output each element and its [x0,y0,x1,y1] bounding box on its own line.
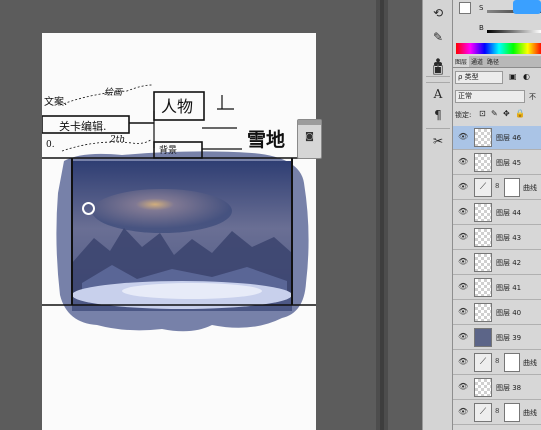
layer-name: 图层 42 [496,259,522,267]
layer-row[interactable]: 👁 图层 41 [453,276,541,300]
layer-name: 曲线 [523,184,537,192]
navigator-icon[interactable]: ◙ [303,132,316,143]
canvas-workspace[interactable]: 文案. 绘画 人物 关卡编辑. 0. 2th 背景 雪地 ◙ [0,0,376,430]
blend-mode-select[interactable]: 正常 [455,90,525,103]
layer-mask-thumbnail[interactable] [504,178,520,197]
layer-row[interactable]: 👁 图层 39 [453,326,541,350]
layer-row[interactable]: 👁 图层 42 [453,251,541,275]
floating-mini-panel[interactable]: ◙ [297,119,322,159]
layer-row[interactable]: 👁 图层 43 [453,226,541,250]
panel-icon-strip: ⟲ ✎ ♣ ▣ A ¶ ✂ [422,0,453,430]
layer-name: 曲线 [523,359,537,367]
layers-tabs: 图层 通道 路径 [453,56,541,68]
annotation-wenan: 文案. [44,97,68,108]
layer-mask-thumbnail[interactable] [504,403,520,422]
visibility-eye-icon[interactable]: 👁 [458,157,468,166]
logo-badge [513,0,541,14]
annotation-beijing: 背景 [159,146,178,156]
panel-grip[interactable] [298,120,321,125]
curves-adjustment-icon: ⟋ [474,403,492,422]
visibility-eye-icon[interactable]: 👁 [458,132,468,141]
annotation-guanqia: 关卡编辑. [59,120,107,133]
lock-transparent-icon[interactable]: ⊡ [479,109,486,118]
channel-b-label: B [479,24,484,32]
layer-name: 图层 45 [496,159,522,167]
layer-name: 图层 40 [496,309,522,317]
brightness-slider[interactable] [487,30,541,33]
layer-mask-thumbnail[interactable] [504,353,520,372]
layer-thumbnail [474,203,492,222]
annotation-renwu: 人物 [161,97,194,116]
layers-panel-area: S B 图层 通道 路径 ρ 类型 ▣ ◐ 正常 不 锁定: ⊡ ✎ ✥ 🔒 👁 图层… [452,0,541,430]
document-canvas[interactable]: 文案. 绘画 人物 关卡编辑. 0. 2th 背景 雪地 [42,33,316,430]
visibility-eye-icon[interactable]: 👁 [458,232,468,241]
visibility-eye-icon[interactable]: 👁 [458,332,468,341]
visibility-eye-icon[interactable]: 👁 [458,282,468,291]
visibility-eye-icon[interactable]: 👁 [458,382,468,391]
link-icon: 8 [495,357,500,365]
channel-s-label: S [479,4,484,12]
layer-row[interactable]: 👁 ⟋ 8 曲线 [453,401,541,425]
curves-adjustment-icon: ⟋ [474,178,492,197]
layer-row[interactable]: 👁 图层 38 [453,376,541,400]
layer-thumbnail [474,303,492,322]
link-icon: 8 [495,407,500,415]
layer-thumbnail [474,378,492,397]
lock-label: 锁定: [455,111,472,119]
filter-image-icon[interactable]: ▣ [509,72,517,81]
lock-move-icon[interactable]: ✥ [503,109,510,118]
lock-all-icon[interactable]: 🔒 [515,109,525,118]
layer-name: 图层 44 [496,209,522,217]
layer-thumbnail [474,153,492,172]
annotation-huihua: 绘画 [104,88,123,98]
layer-name: 曲线 [523,409,537,417]
layer-row[interactable]: 👁 图层 44 [453,201,541,225]
curves-adjustment-icon: ⟋ [474,353,492,372]
layer-thumbnail [474,278,492,297]
layer-name: 图层 39 [496,334,522,342]
tab-paths[interactable]: 路径 [485,56,501,67]
workspace-scrollbar[interactable] [376,0,388,430]
layer-thumbnail [474,128,492,147]
layer-row[interactable]: 👁 ⟋ 8 曲线 [453,176,541,200]
color-swatch[interactable] [459,2,471,14]
layer-thumbnail [474,228,492,247]
visibility-eye-icon[interactable]: 👁 [458,407,468,416]
layer-row[interactable]: 👁 图层 40 [453,301,541,325]
layer-row[interactable]: 👁 ⟋ 8 曲线 [453,351,541,375]
annotation-xuedi: 雪地 [247,129,286,151]
color-spectrum-bar[interactable] [456,43,541,54]
layer-row[interactable]: 👁 图层 46 [453,126,541,150]
brush-presets-icon[interactable]: ✎ [429,28,447,46]
brush-cursor-icon [82,202,95,215]
layer-thumbnail [474,253,492,272]
annotation-2th: 2th [110,135,126,145]
history-icon[interactable]: ⟲ [429,4,447,22]
layer-name: 图层 38 [496,384,522,392]
visibility-eye-icon[interactable]: 👁 [458,207,468,216]
layer-thumbnail [474,328,492,347]
tool-presets-icon[interactable]: ▣ [429,60,447,78]
visibility-eye-icon[interactable]: 👁 [458,307,468,316]
filter-adjust-icon[interactable]: ◐ [523,72,530,81]
tab-layers[interactable]: 图层 [453,56,470,67]
layer-name: 图层 43 [496,234,522,242]
tab-channels[interactable]: 通道 [469,56,485,67]
layer-filter-select[interactable]: ρ 类型 [455,71,503,84]
layer-name: 图层 46 [496,134,522,142]
lock-paint-icon[interactable]: ✎ [491,109,498,118]
layer-list: 👁 图层 46 👁 图层 45 👁 ⟋ 8 曲线 👁 图层 44 👁 图层 43 👁 图层 42… [453,126,541,430]
tools-icon[interactable]: ✂ [429,132,447,150]
layer-name: 图层 41 [496,284,522,292]
layer-row[interactable]: 👁 图层 45 [453,151,541,175]
opacity-label: 不 [529,93,536,101]
visibility-eye-icon[interactable]: 👁 [458,257,468,266]
link-icon: 8 [495,182,500,190]
character-icon[interactable]: A [429,85,447,103]
visibility-eye-icon[interactable]: 👁 [458,182,468,191]
annotation-o: 0. [46,140,55,150]
visibility-eye-icon[interactable]: 👁 [458,357,468,366]
paragraph-icon[interactable]: ¶ [429,106,447,124]
